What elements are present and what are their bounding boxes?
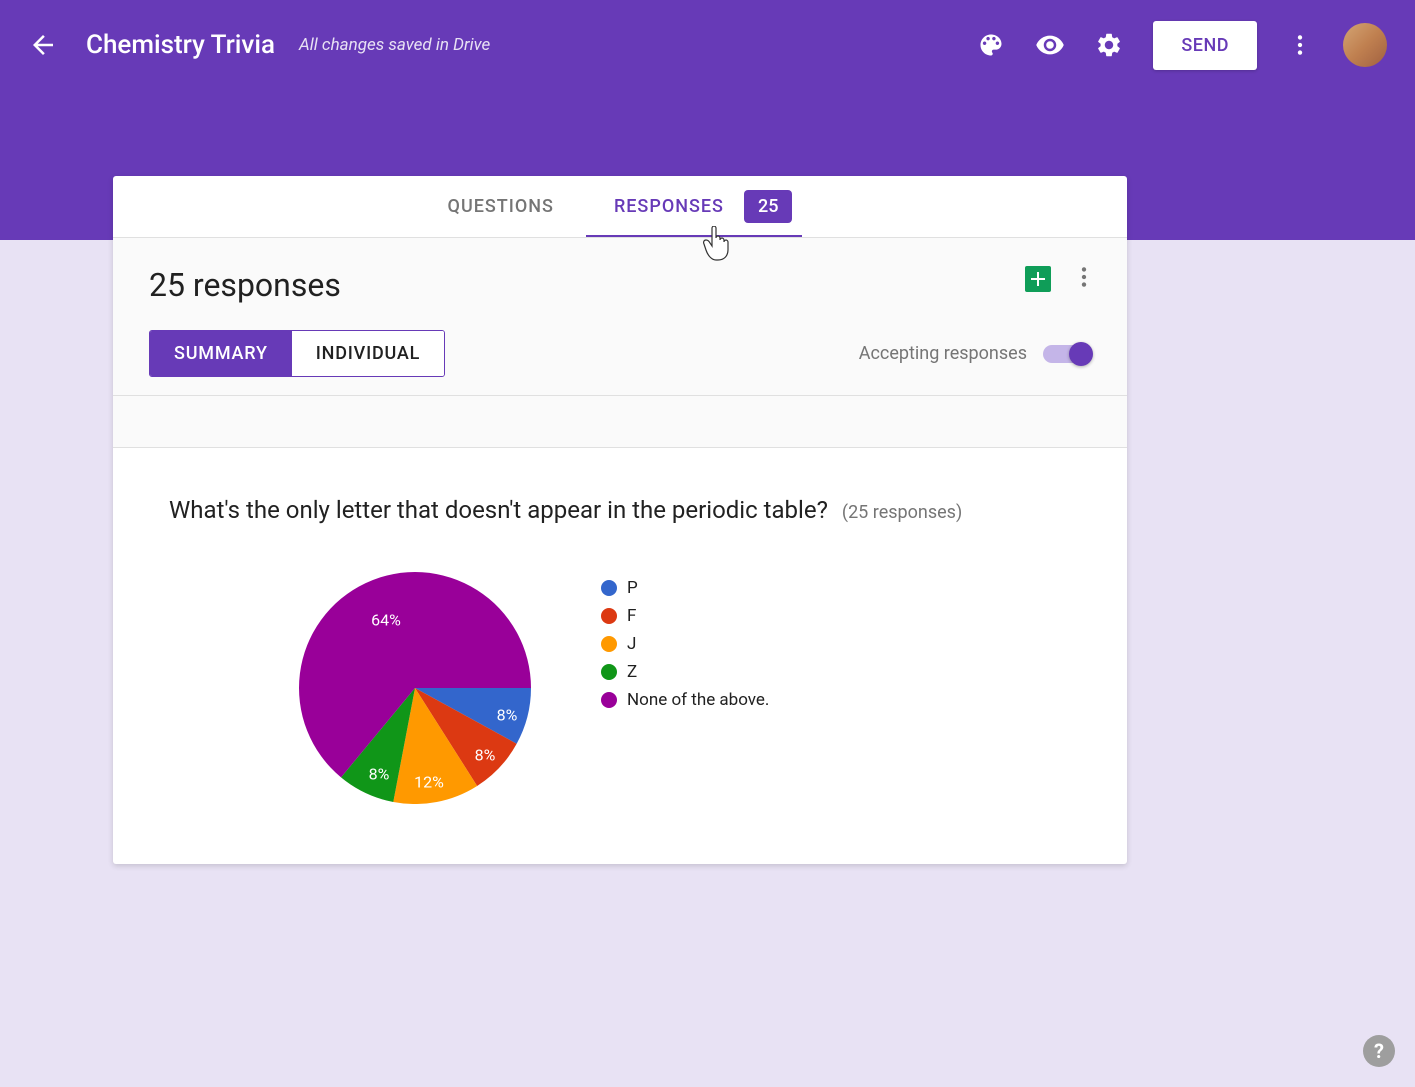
legend-item: F	[601, 606, 769, 626]
header-bar: Chemistry Trivia All changes saved in Dr…	[0, 0, 1415, 90]
accepting-label: Accepting responses	[859, 343, 1027, 364]
legend-item: P	[601, 578, 769, 598]
responses-menu-icon[interactable]	[1071, 264, 1097, 294]
responses-count-label: 25 responses	[149, 266, 1091, 304]
sheets-icon[interactable]	[1025, 266, 1051, 292]
help-button[interactable]: ?	[1363, 1035, 1395, 1067]
spacer	[113, 396, 1127, 448]
chart-wrap: 64% 8% 8% 12% 8% P F J	[169, 572, 1071, 804]
tab-questions[interactable]: QUESTIONS	[448, 176, 554, 237]
legend-item: None of the above.	[601, 690, 769, 710]
legend-label: P	[627, 578, 638, 598]
header-actions: SEND	[977, 21, 1387, 70]
legend-swatch	[601, 692, 617, 708]
responses-count-badge: 25	[744, 190, 792, 223]
legend-swatch	[601, 636, 617, 652]
tab-bar: QUESTIONS RESPONSES 25	[113, 176, 1127, 238]
palette-icon[interactable]	[977, 31, 1005, 59]
summary-tab[interactable]: SUMMARY	[150, 331, 292, 376]
view-toggle: SUMMARY INDIVIDUAL	[149, 330, 445, 377]
form-title[interactable]: Chemistry Trivia	[86, 30, 275, 60]
more-vert-icon[interactable]	[1287, 32, 1313, 58]
save-status: All changes saved in Drive	[299, 35, 490, 55]
preview-eye-icon[interactable]	[1035, 30, 1065, 60]
toggle-knob	[1069, 342, 1093, 366]
responses-header: 25 responses SUMMARY INDIVIDUAL Acceptin…	[113, 238, 1127, 396]
accepting-responses-control: Accepting responses	[859, 343, 1091, 364]
legend-label: F	[627, 606, 636, 626]
user-avatar[interactable]	[1343, 23, 1387, 67]
settings-gear-icon[interactable]	[1095, 31, 1123, 59]
question-section: What's the only letter that doesn't appe…	[113, 448, 1127, 864]
legend-label: Z	[627, 662, 637, 682]
legend-item: Z	[601, 662, 769, 682]
send-button[interactable]: SEND	[1153, 21, 1257, 70]
legend-label: J	[627, 634, 636, 654]
main-card: QUESTIONS RESPONSES 25 25 responses SUMM…	[113, 176, 1127, 864]
legend-swatch	[601, 608, 617, 624]
chart-legend: P F J Z None of the above.	[601, 572, 769, 718]
tab-responses[interactable]: RESPONSES	[614, 176, 724, 237]
legend-label: None of the above.	[627, 690, 769, 710]
legend-swatch	[601, 664, 617, 680]
question-response-count: (25 responses)	[842, 502, 962, 523]
accepting-toggle[interactable]	[1043, 345, 1091, 363]
legend-swatch	[601, 580, 617, 596]
question-title: What's the only letter that doesn't appe…	[169, 496, 828, 524]
back-arrow-icon[interactable]	[28, 30, 58, 60]
pie-chart: 64% 8% 8% 12% 8%	[299, 572, 531, 804]
legend-item: J	[601, 634, 769, 654]
individual-tab[interactable]: INDIVIDUAL	[292, 331, 444, 376]
